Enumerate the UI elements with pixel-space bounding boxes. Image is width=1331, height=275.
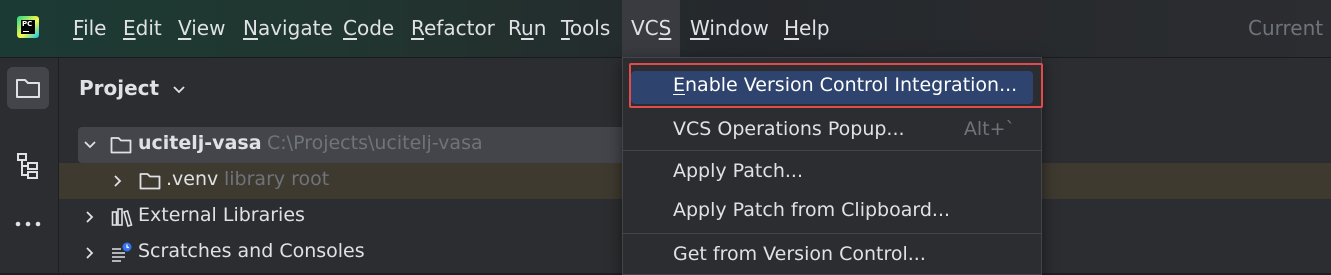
main-menubar: PC File Edit View Navigate Code Refactor… — [0, 0, 1331, 58]
folder-icon — [16, 79, 40, 98]
apply-patch-label: Apply Patch... — [673, 160, 803, 182]
scratches-icon — [112, 242, 132, 262]
menu-separator — [623, 150, 1041, 151]
vcs-operations-popup-label: VCS Operations Popup... — [673, 118, 905, 140]
chevron-right-icon — [114, 175, 122, 187]
more-icon — [15, 221, 41, 227]
get-from-vcs-item[interactable]: Get from Version Control... — [623, 238, 1041, 274]
logo-text: PC — [21, 20, 35, 34]
menu-file[interactable]: File — [73, 0, 106, 57]
tool-window-strip — [0, 58, 59, 273]
tree-row-project-root[interactable]: ucitelj-vasa C:\Projects\ucitelj-vasa — [78, 127, 638, 163]
apply-patch-clipboard-label: Apply Patch from Clipboard... — [673, 199, 951, 221]
chevron-right-icon — [86, 247, 94, 259]
folder-icon — [139, 173, 161, 190]
apply-patch-item[interactable]: Apply Patch... — [623, 155, 1041, 191]
vcs-operations-shortcut: Alt+` — [963, 118, 1015, 140]
menu-tools[interactable]: Tools — [561, 0, 610, 57]
window-title: Current F — [1248, 16, 1331, 40]
structure-icon — [17, 153, 38, 179]
get-from-vcs-label: Get from Version Control... — [673, 243, 926, 265]
menu-edit[interactable]: Edit — [123, 0, 162, 57]
menu-refactor[interactable]: Refactor — [411, 0, 495, 57]
folder-icon — [110, 137, 132, 154]
chevron-down-icon — [173, 85, 185, 93]
venv-hint: library root — [224, 168, 330, 190]
external-libraries-label: External Libraries — [138, 204, 305, 226]
menu-window[interactable]: Window — [690, 0, 769, 57]
vcs-operations-popup-item[interactable]: VCS Operations Popup... Alt+` — [623, 113, 1041, 149]
project-root-path: C:\Projects\ucitelj-vasa — [267, 132, 483, 154]
menu-help[interactable]: Help — [784, 0, 830, 57]
project-panel-header[interactable]: Project — [79, 76, 186, 100]
project-tool-button[interactable] — [7, 67, 49, 109]
menu-navigate[interactable]: Navigate — [243, 0, 333, 57]
venv-name: .venv — [166, 168, 219, 190]
library-icon — [111, 208, 133, 227]
menu-code[interactable]: Code — [343, 0, 394, 57]
menu-view[interactable]: View — [178, 0, 225, 57]
menu-vcs[interactable]: VCS — [622, 0, 680, 57]
chevron-down-icon — [84, 141, 96, 149]
apply-patch-clipboard-item[interactable]: Apply Patch from Clipboard... — [623, 194, 1041, 230]
more-tools-button[interactable] — [7, 203, 49, 245]
chevron-right-icon — [86, 211, 94, 223]
project-panel-title: Project — [79, 76, 160, 100]
project-root-name: ucitelj-vasa — [138, 132, 262, 154]
scratches-label: Scratches and Consoles — [138, 240, 365, 262]
menu-run[interactable]: Run — [508, 0, 546, 57]
menu-separator — [623, 233, 1041, 234]
pycharm-logo-icon[interactable]: PC — [17, 16, 39, 38]
annotation-highlight-box — [629, 63, 1043, 108]
structure-tool-button[interactable] — [7, 145, 49, 187]
